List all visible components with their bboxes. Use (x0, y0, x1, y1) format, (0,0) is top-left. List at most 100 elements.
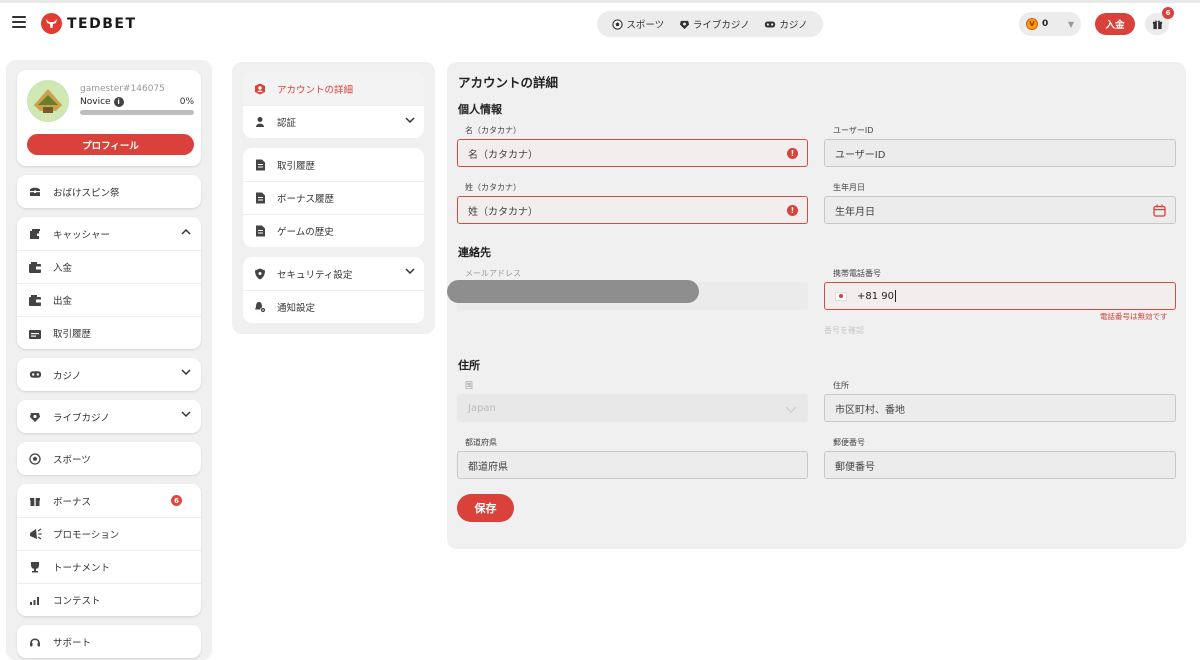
level-label: Novice i (80, 97, 124, 107)
sidebar-item-contest[interactable]: コンテスト (17, 583, 201, 616)
sidebar-item-support[interactable]: サポート (17, 625, 201, 658)
cashier-card: キャッシャー 入金 出金 取引履歴 (17, 217, 201, 349)
country-value: Japan (468, 402, 496, 414)
last-name-placeholder: 姓（カタカナ） (468, 206, 538, 218)
address-field[interactable]: 市区町村、番地 (824, 394, 1176, 422)
birthdate-field[interactable]: 生年月日 (824, 196, 1176, 224)
logo-text: TEDBET (67, 15, 137, 32)
sidebar-item-label: トーナメント (53, 563, 111, 574)
sidebar-item-ghost-spin[interactable]: おばけスピン祭 (17, 175, 201, 208)
account-menu-group-3: セキュリティ設定 通知設定 (243, 257, 424, 323)
live-casino-icon (679, 20, 689, 29)
menu-item-label: 認証 (277, 118, 297, 129)
sidebar-item-live-casino[interactable]: ライブカジノ (17, 400, 201, 433)
sidebar-item-promotion[interactable]: プロモーション (17, 517, 201, 550)
live-casino-icon (28, 410, 42, 424)
page-title: アカウントの詳細 (458, 75, 559, 90)
menu-item-bonus-history[interactable]: ボーナス履歴 (243, 181, 424, 214)
sidebar-item-label: 入金 (53, 263, 73, 274)
postal-code-field[interactable]: 郵便番号 (824, 451, 1176, 479)
nav-sports[interactable]: スポーツ (612, 17, 664, 31)
sidebar-item-tournament[interactable]: トーナメント (17, 550, 201, 583)
phone-field[interactable]: +81 90 (824, 282, 1176, 310)
wallet-selector[interactable]: V 0 ▼ (1019, 12, 1081, 36)
sidebar-item-deposit[interactable]: 入金 (17, 250, 201, 283)
nav-casino-label: カジノ (779, 20, 808, 31)
megaphone-icon (28, 527, 42, 541)
profile-button[interactable]: プロフィール (27, 134, 194, 155)
menu-item-label: アカウントの詳細 (277, 84, 354, 96)
menu-item-game-history[interactable]: ゲームの歴史 (243, 214, 424, 247)
redacted-email-overlay (447, 280, 699, 303)
sidebar-item-label: おばけスピン祭 (53, 187, 120, 199)
sidebar-item-label: スポーツ (53, 454, 91, 466)
sidebar-item-cashier[interactable]: キャッシャー (17, 217, 201, 250)
prefecture-label: 都道府県 (465, 438, 497, 447)
sidebar-item-label: プロモーション (53, 530, 120, 541)
wallet-amount: 0 (1042, 19, 1049, 29)
user-id-field[interactable]: ユーザーID (824, 139, 1176, 167)
sidebar-item-casino[interactable]: カジノ (17, 358, 201, 391)
sidebar-item-transactions[interactable]: 取引履歴 (17, 316, 201, 349)
chevron-up-icon (181, 228, 191, 235)
nav-live-casino[interactable]: ライブカジノ (679, 17, 750, 31)
deposit-icon (28, 260, 42, 274)
chart-bars-icon (28, 593, 42, 607)
avatar[interactable] (27, 80, 69, 122)
sidebar-item-label: 出金 (53, 296, 73, 307)
nav-casino[interactable]: カジノ (764, 17, 808, 31)
top-bar: TEDBET スポーツ ライブカジノ カジノ V 0 ▼ 入金 6 (0, 0, 1200, 48)
last-name-field[interactable]: 姓（カタカナ） ! (457, 196, 808, 224)
bonus-card: ボーナス 6 プロモーション トーナメント コンテスト (17, 484, 201, 616)
chevron-down-icon: ▼ (1067, 19, 1074, 29)
menu-item-notification-settings[interactable]: 通知設定 (243, 290, 424, 323)
menu-item-label: 通知設定 (277, 303, 316, 314)
text-caret (895, 290, 897, 302)
sidebar-item-label: コンテスト (53, 596, 101, 607)
info-icon[interactable]: i (113, 97, 124, 107)
address-heading: 住所 (458, 359, 480, 372)
first-name-placeholder: 名（カタカナ） (468, 149, 538, 161)
nav-live-casino-label: ライブカジノ (692, 20, 750, 31)
sidebar-item-withdraw[interactable]: 出金 (17, 283, 201, 316)
account-menu: アカウントの詳細 認証 取引履歴 ボーナス履歴 ゲームの歴史 セキュリティ設定 (232, 62, 435, 334)
phone-label: 携帯電話番号 (833, 269, 881, 278)
trophy-icon (28, 560, 42, 574)
save-button[interactable]: 保存 (457, 494, 514, 522)
first-name-field[interactable]: 名（カタカナ） ! (457, 139, 808, 167)
menu-item-label: セキュリティ設定 (277, 269, 353, 281)
birthdate-label: 生年月日 (833, 183, 865, 192)
hamburger-menu-icon[interactable] (12, 16, 26, 28)
japan-flag-icon[interactable] (835, 291, 847, 301)
menu-item-label: ボーナス履歴 (277, 194, 335, 205)
sidebar-item-bonus[interactable]: ボーナス 6 (17, 484, 201, 517)
sidebar-item-sports[interactable]: スポーツ (17, 442, 201, 475)
shield-icon (253, 267, 267, 281)
postal-code-label: 郵便番号 (833, 438, 865, 447)
menu-item-verification[interactable]: 認証 (243, 105, 424, 138)
logo[interactable]: TEDBET (41, 13, 137, 34)
menu-item-account-details[interactable]: アカウントの詳細 (243, 72, 424, 105)
user-id-placeholder: ユーザーID (835, 149, 886, 161)
document-icon (253, 191, 267, 205)
menu-item-label: 取引履歴 (277, 160, 316, 172)
error-icon: ! (787, 205, 798, 216)
deposit-button[interactable]: 入金 (1095, 13, 1135, 35)
bull-logo-icon (41, 13, 62, 34)
calendar-icon[interactable] (1153, 204, 1166, 217)
prefecture-field[interactable]: 都道府県 (457, 451, 808, 479)
chevron-down-icon (785, 406, 797, 413)
country-select[interactable]: Japan (457, 394, 808, 422)
verify-number-link[interactable]: 番号を確認 (824, 325, 864, 336)
phone-error-message: 電話番号は無効です (1100, 312, 1168, 321)
casino-icon (28, 368, 42, 382)
menu-item-security-settings[interactable]: セキュリティ設定 (243, 257, 424, 290)
document-icon (253, 224, 267, 238)
withdraw-icon (28, 293, 42, 307)
account-menu-group-2: 取引履歴 ボーナス履歴 ゲームの歴史 (243, 148, 424, 247)
menu-item-transaction-history[interactable]: 取引履歴 (243, 148, 424, 181)
sidebar-item-label: ボーナス (53, 496, 92, 508)
soccer-ball-icon (612, 18, 624, 30)
level-progress-percent: 0% (179, 97, 194, 107)
postal-code-placeholder: 郵便番号 (835, 461, 875, 473)
